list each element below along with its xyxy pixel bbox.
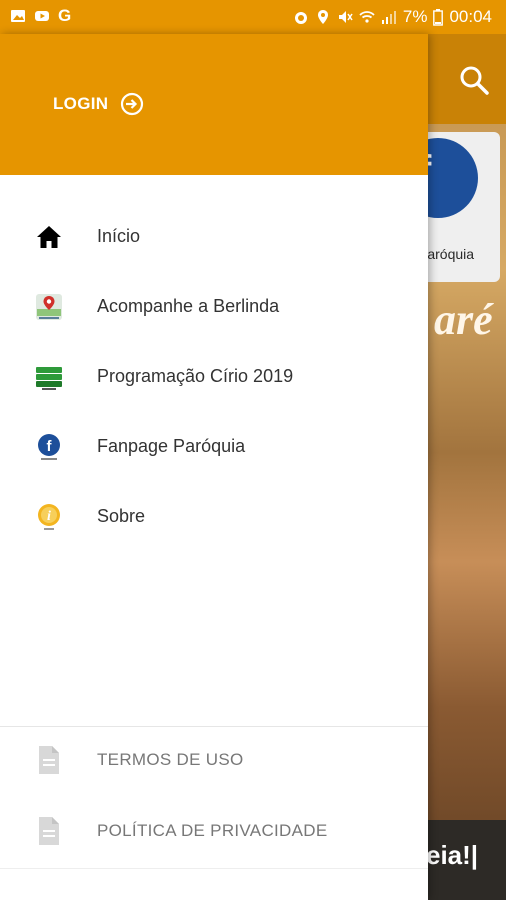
schedule-icon xyxy=(36,367,62,390)
login-button[interactable]: LOGIN xyxy=(53,92,144,116)
status-bar-left: G xyxy=(10,6,72,25)
drawer-menu: Início Acompanhe a Berlinda Programação … xyxy=(0,202,428,552)
document-icon xyxy=(39,817,59,845)
battery-icon xyxy=(433,8,444,26)
menu-item-label: Programação Círio 2019 xyxy=(97,366,294,386)
background-toolbar xyxy=(428,34,506,124)
svg-text:i: i xyxy=(47,509,51,524)
menu-item-programacao[interactable]: Programação Círio 2019 xyxy=(0,342,428,412)
fanpage-card[interactable]: f Paróquia xyxy=(428,132,500,282)
terms-of-use-item[interactable]: TERMOS DE USO xyxy=(0,726,428,796)
gallery-icon xyxy=(11,10,25,22)
menu-item-inicio[interactable]: Início xyxy=(0,202,428,272)
background-app: f Paróquia aré eia!| xyxy=(428,34,506,900)
signal-icon xyxy=(381,11,396,24)
navigation-drawer: LOGIN Início Acompanhe a Berlinda Progra… xyxy=(0,34,428,900)
login-icon xyxy=(121,92,144,116)
status-bar-right: 7% 00:04 xyxy=(293,7,492,27)
clock: 00:04 xyxy=(449,7,492,26)
info-icon: i xyxy=(38,504,60,530)
battery-percent: 7% xyxy=(402,7,428,26)
facebook-logo-icon: f xyxy=(428,138,478,218)
wifi-icon xyxy=(359,11,375,23)
home-icon xyxy=(37,226,61,248)
document-icon xyxy=(39,746,59,774)
youtube-icon xyxy=(35,11,49,21)
menu-item-berlinda[interactable]: Acompanhe a Berlinda xyxy=(0,272,428,342)
menu-item-sobre[interactable]: i Sobre xyxy=(0,482,428,552)
drawer-header: LOGIN xyxy=(0,34,428,175)
footer-item-label: TERMOS DE USO xyxy=(97,750,244,769)
mute-icon xyxy=(338,11,353,23)
search-icon[interactable] xyxy=(458,64,490,96)
menu-item-label: Acompanhe a Berlinda xyxy=(97,296,280,316)
map-pin-icon xyxy=(36,294,62,320)
menu-item-fanpage[interactable]: f Fanpage Paróquia xyxy=(0,412,428,482)
menu-item-label: Sobre xyxy=(97,506,146,526)
background-bottom-text: eia!| xyxy=(428,840,479,870)
status-bar: G 7% 00:04 xyxy=(0,0,506,34)
menu-item-label: Fanpage Paróquia xyxy=(97,436,246,456)
alarm-icon xyxy=(294,12,307,24)
footer-item-label: POLÍTICA DE PRIVACIDADE xyxy=(97,821,328,840)
background-title: aré xyxy=(434,295,493,344)
menu-item-label: Início xyxy=(97,226,141,246)
location-icon xyxy=(317,10,328,24)
background-bottom-banner: eia!| xyxy=(428,820,506,900)
privacy-policy-item[interactable]: POLÍTICA DE PRIVACIDADE xyxy=(0,797,428,867)
facebook-icon: f xyxy=(38,434,60,460)
background-content: f Paróquia aré xyxy=(428,124,506,854)
login-label: LOGIN xyxy=(53,94,109,113)
fanpage-card-label: Paróquia xyxy=(428,246,475,262)
drawer-bottom-divider xyxy=(0,868,428,869)
google-icon: G xyxy=(58,6,72,25)
